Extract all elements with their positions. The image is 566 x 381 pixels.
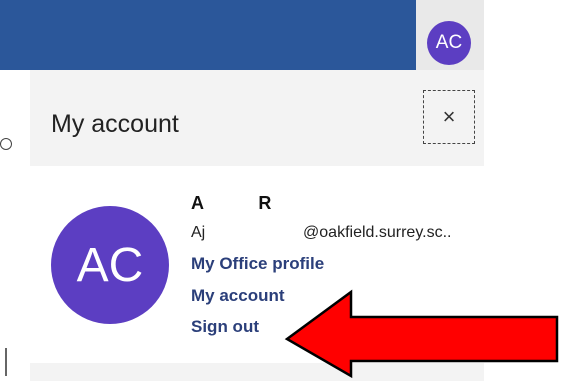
account-panel: My account × AC A R Aj @oakfield.surrey.… [30,70,484,381]
close-button[interactable]: × [423,90,475,144]
account-card: AC A R Aj @oakfield.surrey.sc.. My Offic… [30,166,484,363]
sign-out-link[interactable]: Sign out [191,317,259,337]
close-icon: × [442,104,456,129]
user-email: Aj @oakfield.surrey.sc.. [191,224,452,241]
divider [5,348,7,376]
account-avatar-button[interactable]: AC [427,21,471,65]
top-bar [0,0,416,70]
my-account-link[interactable]: My account [191,286,285,306]
avatar: AC [51,206,169,324]
my-office-profile-link[interactable]: My Office profile [191,254,324,274]
panel-title: My account [51,110,179,138]
radio-icon [0,138,12,150]
page-background [0,70,30,381]
user-name: A R [191,193,272,213]
panel-header: My account × [30,70,484,166]
